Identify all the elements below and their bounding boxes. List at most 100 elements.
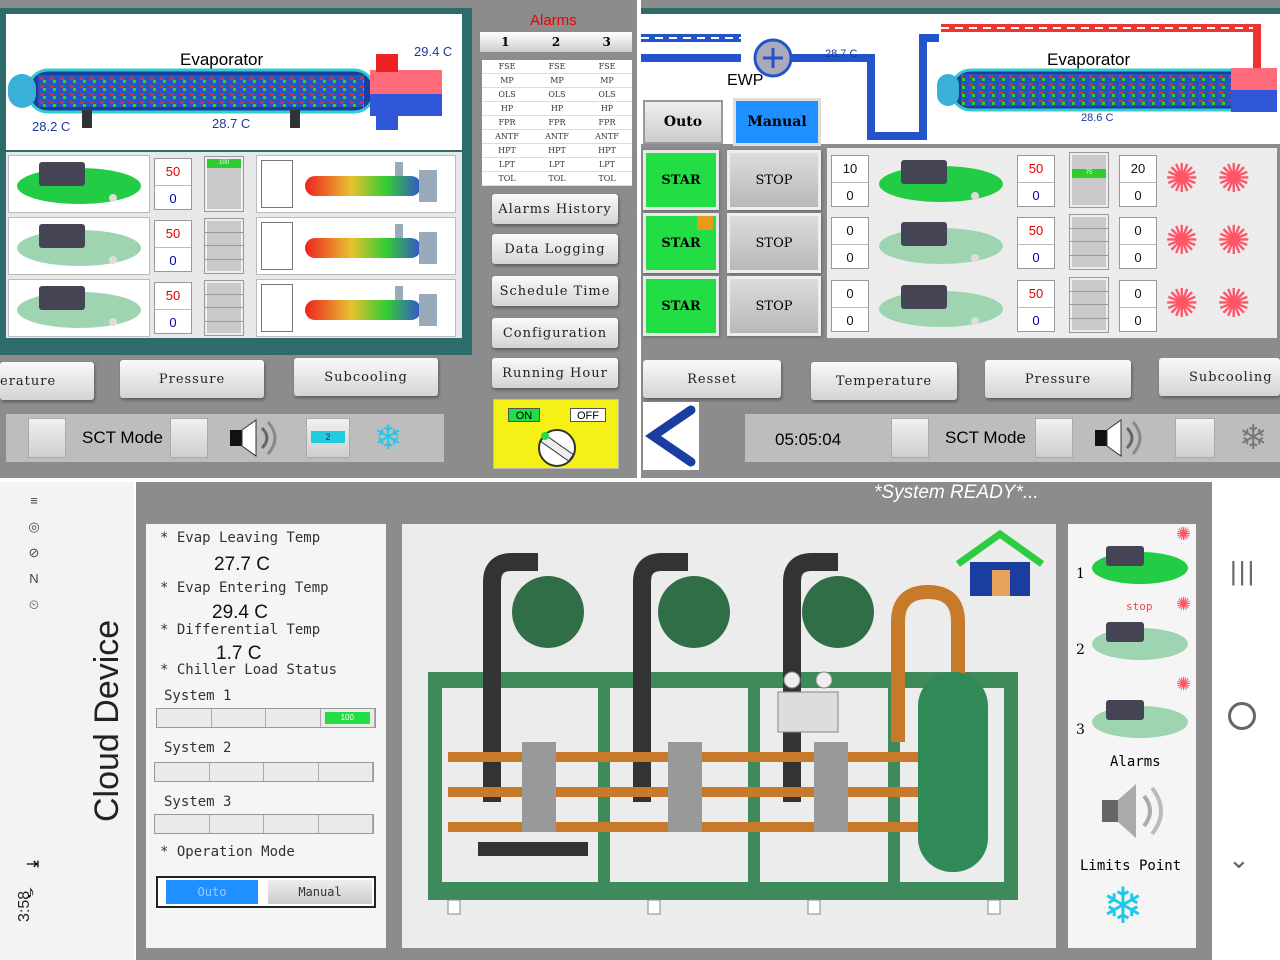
compressor-gray-icon[interactable] xyxy=(871,279,1011,335)
compressor-2[interactable] xyxy=(8,217,150,275)
compressor-gray-icon[interactable] xyxy=(1088,692,1192,746)
alarm-cell[interactable]: HPT xyxy=(532,144,582,157)
fan-icon[interactable]: ✺ xyxy=(1165,281,1199,327)
home-icon[interactable] xyxy=(952,528,1048,600)
alarm-cell[interactable]: MP xyxy=(532,74,582,87)
tab-pressure[interactable]: Pressure xyxy=(985,360,1131,398)
alarm-cell[interactable]: ANTF xyxy=(482,130,532,143)
alarm-row: FPR FPR FPR xyxy=(482,116,632,130)
value-top: 50 xyxy=(165,164,181,179)
tab-pressure[interactable]: Pressure xyxy=(120,360,264,398)
tab-temperature[interactable]: Temperature xyxy=(811,362,957,400)
compressor-gray-icon xyxy=(17,286,141,328)
mode-auto-button[interactable]: Outo xyxy=(643,100,723,144)
limits-point-label[interactable]: Limits Point xyxy=(1080,858,1181,874)
alarm-cell[interactable]: MP xyxy=(482,74,532,87)
footer-toggle-1[interactable] xyxy=(891,418,929,458)
mode-auto-button[interactable]: Outo xyxy=(166,880,258,904)
stop-button-1[interactable]: STOP xyxy=(727,150,821,210)
switch-off-label[interactable]: OFF xyxy=(570,408,606,422)
right-hmi-panel: EWP 28.7 C Evaporator 28.6 C Outo Manual… xyxy=(641,0,1280,478)
start-button-1[interactable]: STAR xyxy=(643,150,719,210)
running-hour-button[interactable]: Running Hour xyxy=(492,358,618,388)
alarm-cell[interactable]: OLS xyxy=(582,88,632,101)
recent-apps-icon[interactable]: ||| xyxy=(1230,556,1256,587)
speaker-icon[interactable] xyxy=(1098,780,1178,842)
alarm-row: ANTF ANTF ANTF xyxy=(482,130,632,144)
stop-button-2[interactable]: STOP xyxy=(727,213,821,273)
switch-on-label[interactable]: ON xyxy=(508,408,540,422)
alarm-cell[interactable]: HPT xyxy=(482,144,532,157)
alarms-history-button[interactable]: Alarms History xyxy=(492,194,618,224)
alarm-cell[interactable]: FPR xyxy=(532,116,582,129)
snowflake-icon[interactable]: ❄ xyxy=(1102,876,1144,936)
tab-subcooling[interactable]: Subcooling xyxy=(1159,358,1280,396)
configuration-button[interactable]: Configuration xyxy=(492,318,618,348)
alarm-cell[interactable]: FSE xyxy=(532,60,582,73)
start-button-3[interactable]: STAR xyxy=(643,276,719,336)
value-top: 10 xyxy=(842,161,858,176)
compressor-gray-icon[interactable] xyxy=(1088,614,1192,668)
footer-toggle-1[interactable] xyxy=(28,418,66,458)
alarm-cell[interactable]: ANTF xyxy=(532,130,582,143)
home-nav-icon[interactable] xyxy=(1228,702,1256,730)
alarm-cell[interactable]: HP xyxy=(482,102,532,115)
alarm-row: HPT HPT HPT xyxy=(482,144,632,158)
alarm-cell[interactable]: LPT xyxy=(532,158,582,171)
back-nav-icon[interactable]: ⌄ xyxy=(1228,844,1250,875)
compressor-gray-icon[interactable] xyxy=(871,216,1011,272)
back-button[interactable] xyxy=(643,402,699,470)
rotary-switch-icon[interactable] xyxy=(534,426,580,468)
fan-icon[interactable]: ✺ xyxy=(1165,218,1199,264)
alarm-cell[interactable]: TOL xyxy=(532,172,582,185)
alarm-cell[interactable]: HP xyxy=(582,102,632,115)
alarm-cell[interactable]: MP xyxy=(582,74,632,87)
evaporator-vessel-icon xyxy=(8,54,442,130)
compressor-1[interactable] xyxy=(8,155,150,213)
tab-temperature[interactable]: erature xyxy=(0,362,94,400)
stop-button-3[interactable]: STOP xyxy=(727,276,821,336)
alarm-cell[interactable]: TOL xyxy=(582,172,632,185)
alarm-cell[interactable]: FPR xyxy=(582,116,632,129)
condenser-2 xyxy=(256,217,456,275)
row-2-left-values: 00 xyxy=(831,217,869,269)
alarm-cell[interactable]: OLS xyxy=(532,88,582,101)
on-off-switch-panel[interactable]: ON OFF xyxy=(493,399,619,469)
fan-icon[interactable]: ✺ xyxy=(1217,281,1251,327)
tab-subcooling[interactable]: Subcooling xyxy=(294,358,438,396)
schedule-time-button[interactable]: Schedule Time xyxy=(492,276,618,306)
snowflake-icon[interactable]: ❄ xyxy=(374,418,403,458)
compressor-green-icon[interactable] xyxy=(871,154,1011,210)
alarm-cell[interactable]: TOL xyxy=(482,172,532,185)
value-bottom: 0 xyxy=(1120,307,1156,333)
speaker-icon[interactable] xyxy=(1091,418,1151,458)
mode-manual-button[interactable]: Manual xyxy=(268,880,372,904)
alarm-cell[interactable]: HP xyxy=(532,102,582,115)
alarm-cell[interactable]: FSE xyxy=(582,60,632,73)
alarm-cell[interactable]: FPR xyxy=(482,116,532,129)
fan-icon[interactable]: ✺ xyxy=(1165,156,1199,202)
tiktok-icon: ♪ xyxy=(26,882,35,902)
mode-manual-button[interactable]: Manual xyxy=(733,98,821,146)
alarms-label[interactable]: Alarms xyxy=(1110,754,1161,770)
alarm-cell[interactable]: FSE xyxy=(482,60,532,73)
alarm-cell[interactable]: HPT xyxy=(582,144,632,157)
footer-toggle-2[interactable] xyxy=(170,418,208,458)
compressor-3[interactable] xyxy=(8,279,150,337)
snowflake-icon[interactable]: ❄ xyxy=(1239,418,1268,458)
fan-icon[interactable]: ✺ xyxy=(1217,156,1251,202)
speaker-icon[interactable] xyxy=(226,418,286,458)
compressor-green-icon[interactable] xyxy=(1088,538,1192,592)
alarm-cell[interactable]: LPT xyxy=(582,158,632,171)
footer-toggle-3[interactable] xyxy=(1175,418,1215,458)
footer-toggle-2[interactable] xyxy=(1035,418,1073,458)
data-logging-button[interactable]: Data Logging xyxy=(492,234,618,264)
fan-icon[interactable]: ✺ xyxy=(1217,218,1251,264)
cloud-device-title: Cloud Device xyxy=(88,619,126,822)
alarm-cell[interactable]: LPT xyxy=(482,158,532,171)
alarm-cell[interactable]: ANTF xyxy=(582,130,632,143)
value-bottom: 0 xyxy=(832,307,868,333)
footer-toggle-3[interactable]: 2 xyxy=(306,418,350,458)
reset-button[interactable]: Resset xyxy=(643,360,781,398)
alarm-cell[interactable]: OLS xyxy=(482,88,532,101)
